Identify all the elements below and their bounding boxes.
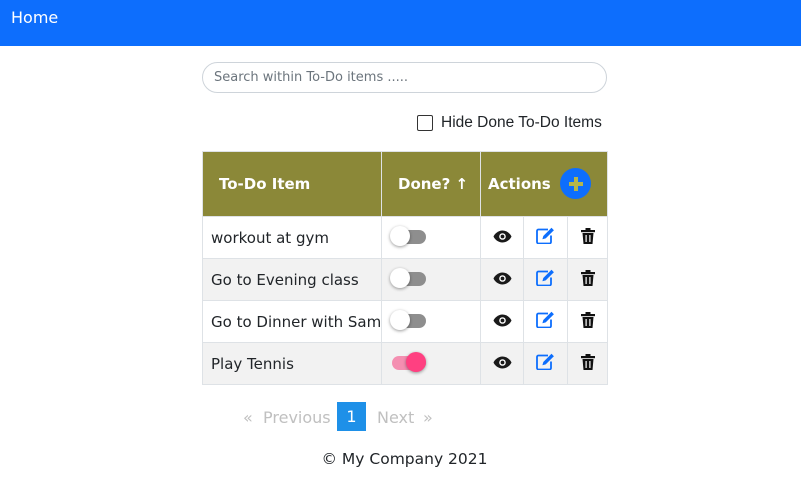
- done-cell: [381, 342, 481, 385]
- delete-cell: [567, 216, 608, 259]
- pagination-previous[interactable]: Previous: [263, 408, 331, 427]
- add-todo-button[interactable]: [560, 168, 591, 199]
- pagination-page-1[interactable]: 1: [337, 402, 366, 431]
- eye-icon[interactable]: [493, 356, 512, 369]
- view-cell: [480, 342, 524, 385]
- hide-done-label: Hide Done To-Do Items: [441, 114, 602, 131]
- hide-done-filter[interactable]: Hide Done To-Do Items: [417, 114, 602, 132]
- pagination-next[interactable]: Next: [377, 408, 414, 427]
- done-toggle-knob: [390, 267, 410, 288]
- pagination-next-arrow: »: [423, 408, 433, 427]
- eye-icon[interactable]: [493, 314, 512, 327]
- nav-home-link[interactable]: Home: [11, 9, 58, 27]
- edit-icon[interactable]: [536, 227, 555, 244]
- todo-item-text: Go to Dinner with Sam: [202, 300, 382, 343]
- eye-icon[interactable]: [493, 230, 512, 243]
- eye-icon[interactable]: [493, 272, 512, 285]
- done-cell: [381, 258, 481, 301]
- edit-icon[interactable]: [536, 311, 555, 328]
- header-done-sort[interactable]: Done? ↑: [381, 151, 481, 217]
- table-row: Go to Dinner with Sam: [202, 300, 608, 343]
- hide-done-checkbox[interactable]: [417, 115, 433, 131]
- navbar: Home: [0, 0, 801, 46]
- edit-icon[interactable]: [536, 269, 555, 286]
- edit-cell: [523, 258, 568, 301]
- done-cell: [381, 216, 481, 259]
- done-toggle-knob: [390, 309, 410, 330]
- done-toggle[interactable]: [390, 267, 426, 288]
- edit-cell: [523, 300, 568, 343]
- done-toggle[interactable]: [390, 225, 426, 246]
- table-header-row: To-Do Item Done? ↑ Actions: [202, 151, 608, 217]
- edit-cell: [523, 342, 568, 385]
- delete-cell: [567, 300, 608, 343]
- done-toggle-knob: [390, 225, 410, 246]
- view-cell: [480, 300, 524, 343]
- done-toggle-knob: [406, 351, 426, 372]
- pagination-prev-arrow: «: [243, 408, 253, 427]
- delete-cell: [567, 258, 608, 301]
- table-row: Go to Evening class: [202, 258, 608, 301]
- search-input[interactable]: [202, 62, 607, 93]
- delete-cell: [567, 342, 608, 385]
- todo-table: To-Do Item Done? ↑ Actions workout at gy…: [202, 151, 608, 385]
- table-row: Play Tennis: [202, 342, 608, 385]
- todo-item-text: Play Tennis: [202, 342, 382, 385]
- trash-icon[interactable]: [580, 311, 595, 328]
- todo-item-text: Go to Evening class: [202, 258, 382, 301]
- view-cell: [480, 258, 524, 301]
- trash-icon[interactable]: [580, 269, 595, 286]
- header-actions: Actions: [480, 151, 608, 217]
- trash-icon[interactable]: [580, 353, 595, 370]
- edit-icon[interactable]: [536, 353, 555, 370]
- footer-copyright: © My Company 2021: [321, 450, 488, 468]
- done-toggle[interactable]: [390, 309, 426, 330]
- table-row: workout at gym: [202, 216, 608, 259]
- header-todo-item: To-Do Item: [202, 151, 382, 217]
- done-toggle[interactable]: [390, 351, 426, 372]
- edit-cell: [523, 216, 568, 259]
- trash-icon[interactable]: [580, 227, 595, 244]
- plus-icon: [568, 176, 583, 191]
- done-cell: [381, 300, 481, 343]
- header-actions-label: Actions: [488, 175, 551, 193]
- todo-item-text: workout at gym: [202, 216, 382, 259]
- view-cell: [480, 216, 524, 259]
